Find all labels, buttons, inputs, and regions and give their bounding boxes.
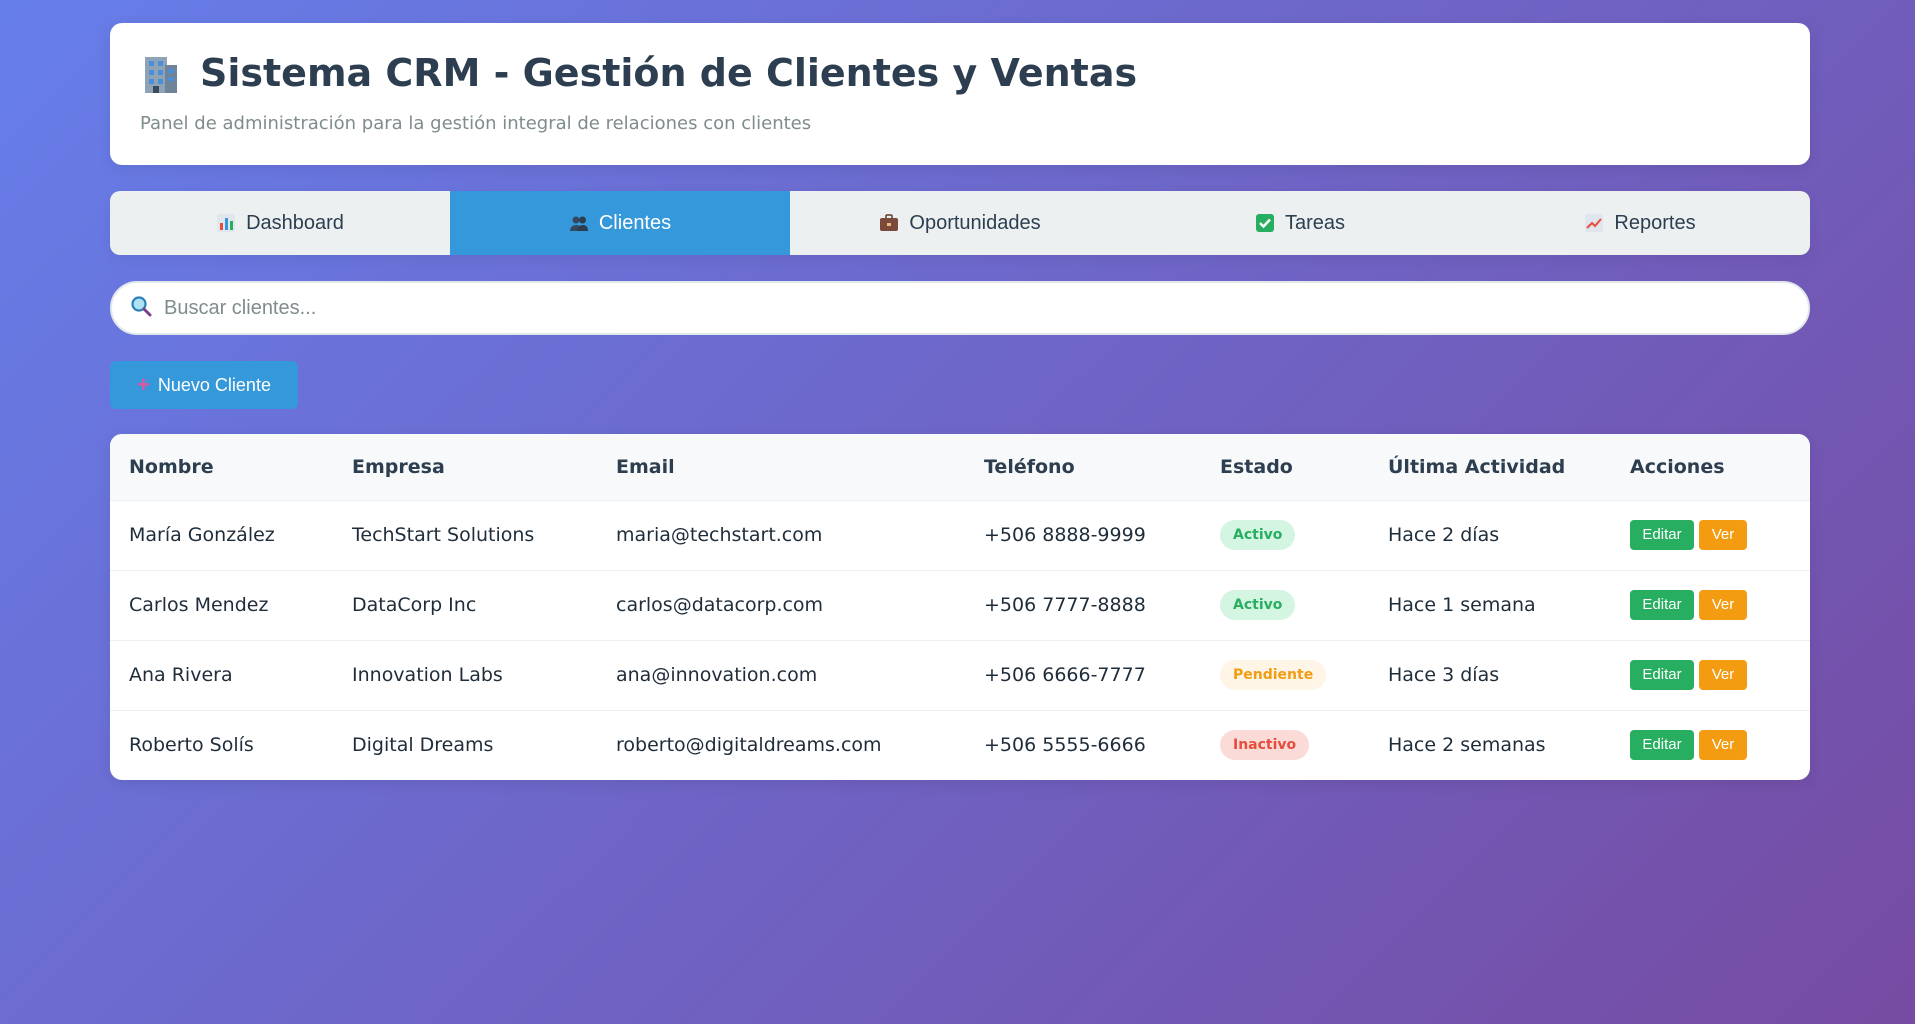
edit-button[interactable]: Editar [1630,590,1694,620]
page-subtitle: Panel de administración para la gestión … [140,113,812,134]
view-button[interactable]: Ver [1699,730,1747,761]
clients-table: Nombre Empresa Email Teléfono Estado Últ… [110,434,1810,780]
status-badge: Activo [1220,520,1296,550]
cell-estado: Inactivo [1201,710,1369,780]
tab-tareas[interactable]: Tareas [1130,191,1470,255]
bar-chart-icon [216,213,236,233]
cell-estado: Activo [1201,570,1369,640]
table-row: Carlos Mendez DataCorp Inc carlos@dataco… [110,570,1810,640]
cell-telefono: +506 6666-7777 [984,664,1146,686]
edit-button[interactable]: Editar [1630,520,1694,550]
view-button[interactable]: Ver [1699,520,1747,550]
tab-label: Reportes [1614,211,1696,234]
cell-email: carlos@datacorp.com [616,594,824,616]
cell-empresa: DataCorp Inc [352,594,477,616]
view-button[interactable]: Ver [1699,590,1747,620]
cell-empresa: TechStart Solutions [352,524,535,546]
cell-estado: Pendiente [1201,640,1369,710]
clients-table-card: Nombre Empresa Email Teléfono Estado Últ… [110,434,1810,780]
cell-acciones: Editar Ver [1611,500,1810,570]
nav-tabs: Dashboard Clientes Oportunidades Tareas … [110,191,1810,255]
cell-actividad: Hace 3 días [1388,664,1500,686]
table-row: María González TechStart Solutions maria… [110,500,1810,570]
checkbox-icon [1255,213,1275,233]
table-row: Roberto Solís Digital Dreams roberto@dig… [110,710,1810,780]
search-icon [130,295,152,321]
cell-email: roberto@digitaldreams.com [616,734,882,757]
cell-nombre: Carlos Mendez [129,594,269,616]
tab-oportunidades[interactable]: Oportunidades [790,191,1130,255]
tab-reportes[interactable]: Reportes [1470,191,1810,255]
cell-email: maria@techstart.com [616,524,823,546]
new-client-button[interactable]: + Nuevo Cliente [110,361,298,409]
column-header: Teléfono [965,434,1201,501]
cell-actividad: Hace 1 semana [1388,594,1536,616]
plus-icon: + [137,372,150,397]
trend-chart-icon [1584,213,1604,233]
cell-telefono: +506 8888-9999 [984,524,1146,546]
tab-label: Clientes [598,211,672,234]
column-header: Empresa [333,434,597,501]
cell-email: ana@innovation.com [616,664,818,686]
table-header-row: Nombre Empresa Email Teléfono Estado Últ… [110,434,1810,501]
cell-nombre: Roberto Solís [129,734,254,757]
app-container: Sistema CRM - Gestión de Clientes y Vent… [110,23,1810,780]
cell-actividad: Hace 2 días [1388,524,1500,546]
status-badge: Inactivo [1220,730,1310,761]
briefcase-icon [879,213,899,233]
status-badge: Activo [1220,590,1296,620]
cell-estado: Activo [1201,500,1369,570]
cell-acciones: Editar Ver [1611,640,1810,710]
tab-label: Oportunidades [909,211,1041,234]
search-bar [110,281,1810,335]
search-input[interactable] [162,295,1808,321]
tab-clientes[interactable]: Clientes [450,191,790,255]
edit-button[interactable]: Editar [1630,660,1694,690]
cell-acciones: Editar Ver [1611,710,1810,780]
column-header: Estado [1201,434,1369,501]
view-button[interactable]: Ver [1699,660,1747,690]
column-header: Nombre [110,434,333,501]
cell-empresa: Innovation Labs [352,664,503,686]
new-client-label: Nuevo Cliente [157,374,271,395]
column-header: Última Actividad [1369,434,1611,501]
cell-acciones: Editar Ver [1611,570,1810,640]
page-title: Sistema CRM - Gestión de Clientes y Vent… [140,51,1780,95]
edit-button[interactable]: Editar [1630,730,1694,761]
cell-nombre: Ana Rivera [129,664,233,686]
tab-dashboard[interactable]: Dashboard [110,191,450,255]
building-icon [140,51,182,95]
cell-nombre: María González [129,524,275,546]
cell-actividad: Hace 2 semanas [1388,734,1546,757]
tab-label: Tareas [1284,211,1346,234]
cell-telefono: +506 7777-8888 [984,594,1146,616]
status-badge: Pendiente [1220,660,1327,690]
page-header: Sistema CRM - Gestión de Clientes y Vent… [110,23,1810,165]
cell-telefono: +506 5555-6666 [984,734,1146,757]
cell-empresa: Digital Dreams [352,734,494,757]
page-title-text: Sistema CRM - Gestión de Clientes y Vent… [200,51,1138,95]
column-header: Acciones [1611,434,1810,501]
tab-label: Dashboard [246,211,344,234]
column-header: Email [597,434,965,501]
users-icon [569,213,589,233]
table-row: Ana Rivera Innovation Labs ana@innovatio… [110,640,1810,710]
